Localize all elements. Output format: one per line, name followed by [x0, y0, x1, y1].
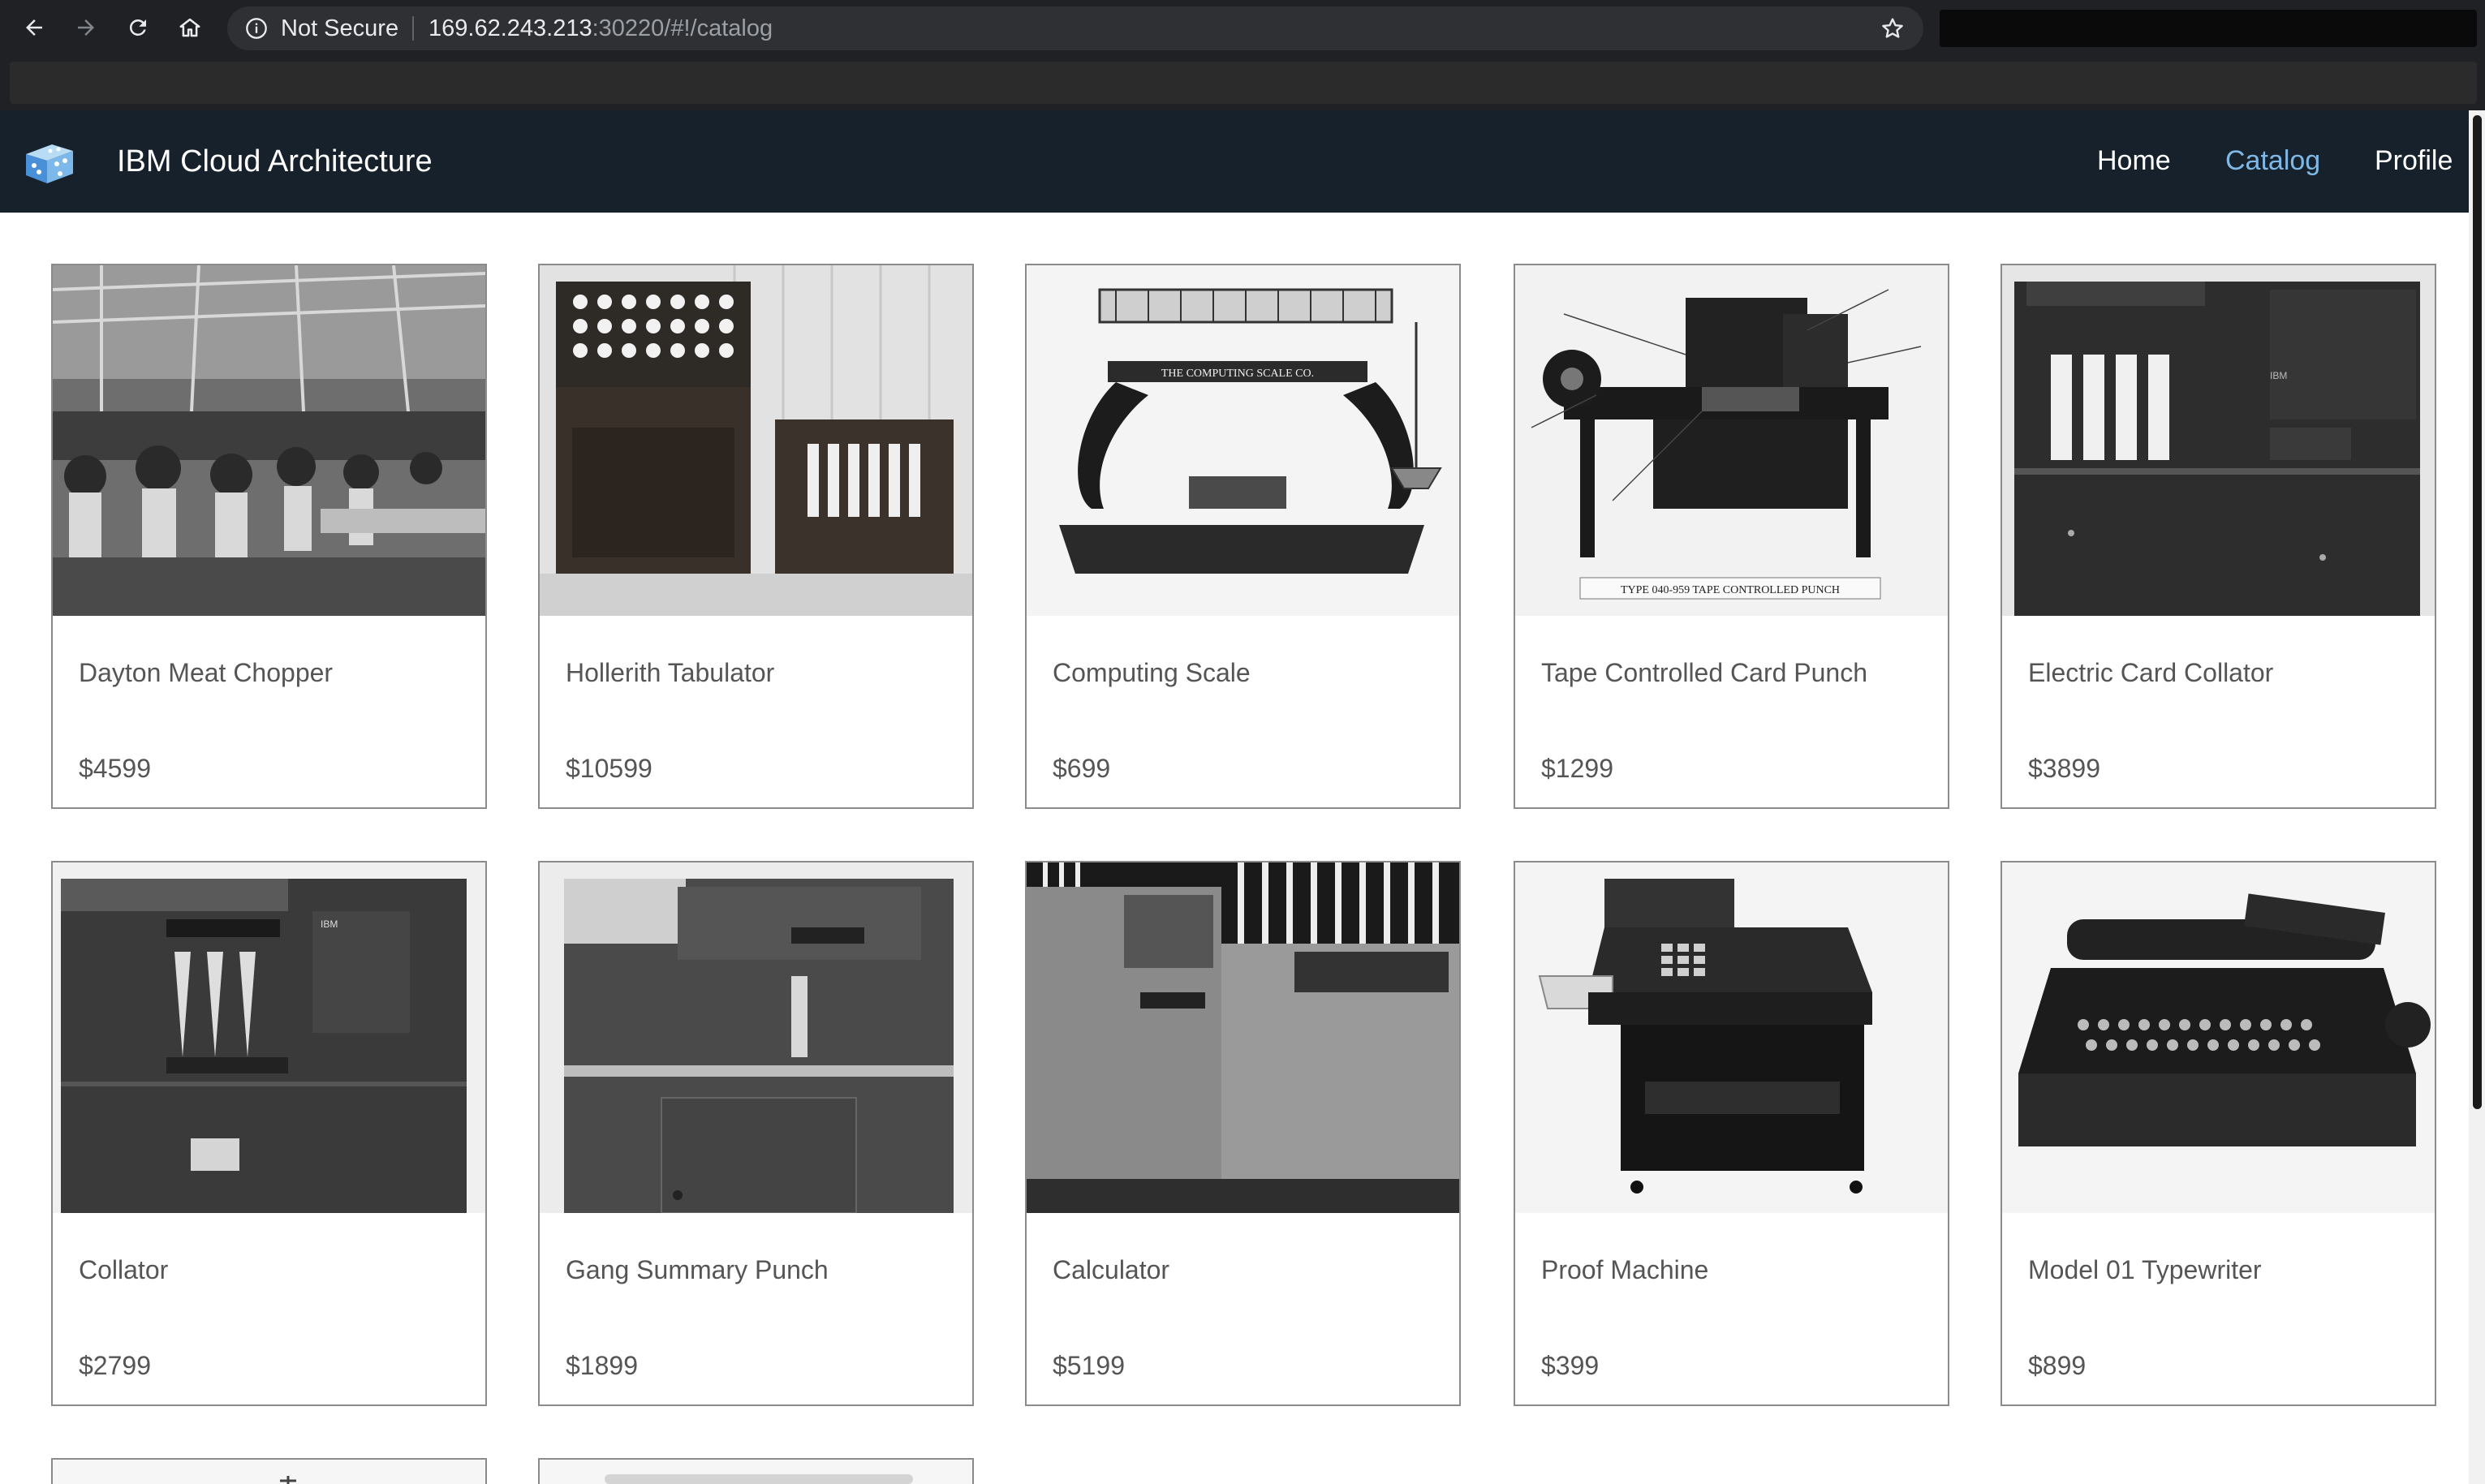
product-price: $399	[1541, 1351, 1600, 1380]
product-price: $1299	[1541, 754, 1613, 783]
product-photo-hollerith-tabulator[interactable]	[540, 265, 972, 616]
catalog-item-card[interactable]: Proof Machine $399	[1514, 861, 1949, 1406]
forward-button[interactable]	[68, 10, 104, 45]
catalog-item-card-partial[interactable]	[51, 1458, 487, 1484]
summary-punch-photo-icon	[540, 862, 972, 1213]
nav-catalog-link[interactable]: Catalog	[2225, 143, 2320, 179]
catalog-item-card[interactable]: TYPE 040-959 TAPE CONTROLLED PUNCH Tape …	[1514, 264, 1949, 809]
product-price: $699	[1053, 754, 1111, 783]
catalog-item-card[interactable]: IBM Electric Card Collator $3899	[2000, 264, 2436, 809]
catalog-item-card-partial[interactable]	[538, 1458, 974, 1484]
url-path: :30220/#!/catalog	[592, 15, 773, 41]
forward-arrow-icon	[78, 19, 94, 36]
partial-product-photo-icon	[53, 1460, 485, 1484]
url-text[interactable]: 169.62.243.213:30220/#!/catalog	[429, 15, 773, 41]
product-price: $1899	[566, 1351, 638, 1380]
product-name: Model 01 Typewriter	[2028, 1255, 2262, 1284]
product-price: $2799	[79, 1351, 151, 1380]
proof-machine-photo-icon	[1515, 862, 1948, 1213]
product-name: Gang Summary Punch	[566, 1255, 829, 1284]
product-name: Computing Scale	[1053, 658, 1251, 687]
page-scrollbar-thumb[interactable]	[2473, 115, 2482, 1109]
product-name: Proof Machine	[1541, 1255, 1709, 1284]
catalog-item-card[interactable]: Dayton Meat Chopper $4599	[51, 264, 487, 809]
product-photo-computing-scale[interactable]: THE COMPUTING SCALE CO.	[1027, 265, 1459, 616]
product-price: $10599	[566, 754, 652, 783]
product-name: Hollerith Tabulator	[566, 658, 775, 687]
product-photo-meat-chopper[interactable]	[53, 265, 485, 616]
card-punch-photo-icon: TYPE 040-959 TAPE CONTROLLED PUNCH	[1515, 265, 1948, 616]
back-arrow-icon	[26, 19, 42, 36]
bookmarks-bar	[0, 57, 2485, 110]
nav-profile-link[interactable]: Profile	[2375, 143, 2453, 179]
app-navbar: IBM Cloud Architecture Home Catalog Prof…	[0, 110, 2469, 213]
reload-button[interactable]	[120, 10, 156, 45]
bookmarks-bar-strip	[10, 62, 2477, 104]
home-button[interactable]	[172, 10, 208, 45]
product-name: Dayton Meat Chopper	[79, 658, 334, 687]
extensions-area	[1940, 10, 2477, 47]
reload-icon	[129, 19, 146, 36]
omnibox-divider	[412, 16, 414, 41]
punch-type-label: TYPE 040-959 TAPE CONTROLLED PUNCH	[1621, 584, 1840, 596]
product-photo-tape-card-punch[interactable]: TYPE 040-959 TAPE CONTROLLED PUNCH	[1515, 265, 1948, 616]
product-price: $3899	[2028, 754, 2100, 783]
tabulator-machine-photo-icon	[540, 265, 972, 616]
cloud-cube-logo-icon[interactable]	[21, 138, 78, 187]
product-name: Tape Controlled Card Punch	[1541, 658, 1868, 687]
partial-product-photo-icon	[540, 1460, 972, 1484]
product-photo-proof-machine[interactable]	[1515, 862, 1948, 1213]
product-photo-collator[interactable]: IBM	[53, 862, 485, 1213]
product-name: Collator	[79, 1255, 169, 1284]
scale-maker-label: THE COMPUTING SCALE CO.	[1161, 368, 1314, 380]
card-collator-photo-icon: IBM	[2002, 265, 2435, 616]
calculator-photo-icon	[1027, 862, 1459, 1213]
url-host: 169.62.243.213	[429, 15, 592, 41]
address-bar[interactable]: Not Secure 169.62.243.213:30220/#!/catal…	[227, 6, 1923, 50]
bookmark-star-icon[interactable]	[1880, 15, 1906, 41]
security-label[interactable]: Not Secure	[281, 15, 398, 41]
back-button[interactable]	[16, 10, 52, 45]
collator-ibm-label: IBM	[321, 918, 338, 930]
product-photo-typewriter[interactable]	[2002, 862, 2435, 1213]
product-price: $4599	[79, 754, 151, 783]
product-name: Electric Card Collator	[2028, 658, 2274, 687]
product-price: $899	[2028, 1351, 2087, 1380]
product-photo-gang-summary-punch[interactable]	[540, 862, 972, 1213]
home-icon	[179, 18, 200, 37]
typewriter-photo-icon	[2002, 862, 2435, 1213]
nav-home-link[interactable]: Home	[2097, 143, 2171, 179]
collator-brand-label: IBM	[2270, 370, 2287, 381]
collator-photo-icon: IBM	[53, 862, 485, 1213]
catalog-item-card[interactable]: Calculator $5199	[1025, 861, 1461, 1406]
browser-toolbar: Not Secure 169.62.243.213:30220/#!/catal…	[0, 0, 2485, 57]
computing-scale-photo-icon: THE COMPUTING SCALE CO.	[1027, 265, 1459, 616]
catalog-item-card[interactable]: Hollerith Tabulator $10599	[538, 264, 974, 809]
catalog-item-card[interactable]: Model 01 Typewriter $899	[2000, 861, 2436, 1406]
app-brand-title[interactable]: IBM Cloud Architecture	[117, 143, 433, 180]
info-icon[interactable]	[245, 17, 268, 40]
factory-floor-photo-icon	[53, 265, 485, 616]
catalog-item-card[interactable]: THE COMPUTING SCALE CO. Computing Scale …	[1025, 264, 1461, 809]
product-photo-calculator[interactable]	[1027, 862, 1459, 1213]
product-price: $5199	[1053, 1351, 1125, 1380]
catalog-item-card[interactable]: Gang Summary Punch $1899	[538, 861, 974, 1406]
product-photo-electric-card-collator[interactable]: IBM	[2002, 265, 2435, 616]
product-name: Calculator	[1053, 1255, 1170, 1284]
catalog-item-card[interactable]: IBM Collator $2799	[51, 861, 487, 1406]
